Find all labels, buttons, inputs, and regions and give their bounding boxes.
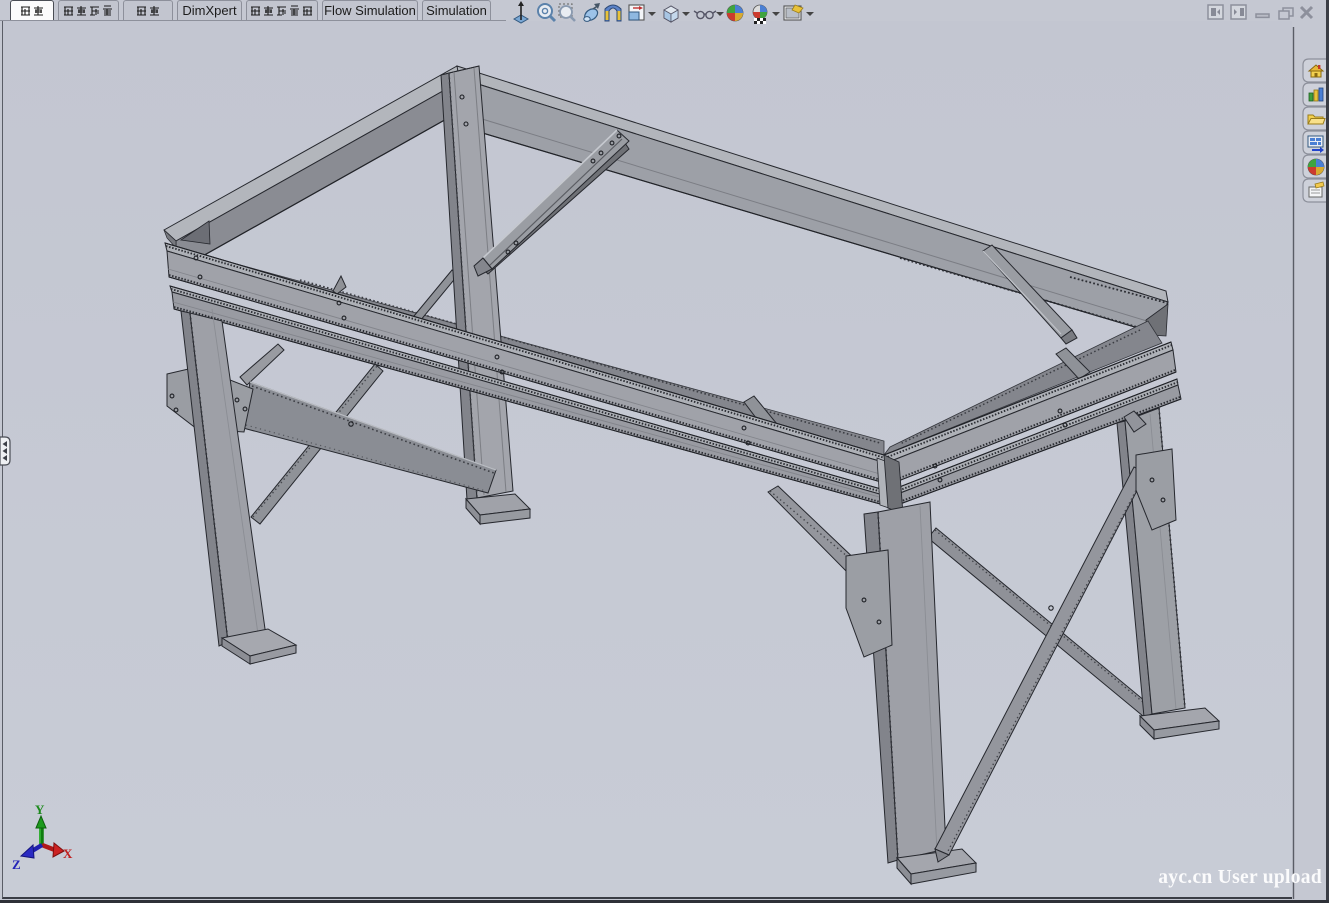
svg-text:Z: Z	[12, 857, 21, 872]
svg-text:X: X	[63, 846, 73, 861]
svg-text:Y: Y	[35, 802, 45, 817]
